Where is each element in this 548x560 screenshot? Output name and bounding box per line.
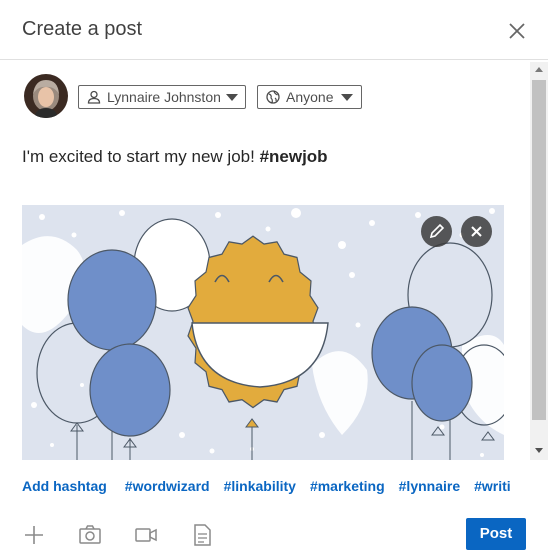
visibility-label: Anyone [286,89,334,105]
post-text: I'm excited to start my new job! [22,147,260,166]
post-text-editor[interactable]: I'm excited to start my new job! #newjob [22,147,328,167]
hashtag-suggestion[interactable]: #lynnaire [399,478,460,494]
dialog-title: Create a post [22,18,143,40]
post-hashtag: #newjob [259,147,328,166]
close-icon[interactable] [502,16,532,46]
post-button[interactable]: Post [466,518,526,550]
person-icon [87,90,101,104]
scroll-up-arrow[interactable] [535,67,543,72]
document-icon[interactable] [189,522,215,548]
hashtag-suggestions: Add hashtag #wordwizard #linkability #marke… [22,478,528,498]
chevron-down-icon [341,94,353,101]
video-icon[interactable] [133,522,159,548]
remove-image-button[interactable] [461,216,492,247]
hashtag-suggestion[interactable]: #linkability [224,478,296,494]
add-hashtag-button[interactable]: Add hashtag [22,478,107,494]
hashtag-suggestion[interactable]: #writi [474,478,511,494]
edit-image-button[interactable] [421,216,452,247]
scrollbar-thumb[interactable] [532,80,546,420]
dialog-header: Create a post [0,0,548,60]
camera-icon[interactable] [77,522,103,548]
hashtag-suggestion[interactable]: #wordwizard [125,478,210,494]
globe-icon [266,90,280,104]
hashtag-suggestion[interactable]: #marketing [310,478,385,494]
avatar [24,74,68,118]
visibility-selector[interactable]: Anyone [257,85,362,109]
scroll-down-arrow[interactable] [535,448,543,453]
x-icon [471,226,482,237]
plus-icon[interactable] [21,522,47,548]
scrollbar[interactable] [530,62,548,460]
pencil-icon [429,223,445,239]
author-selector[interactable]: Lynnaire Johnston [78,85,246,109]
create-post-dialog: Create a post Lynnaire Johnston Anyone I… [0,0,548,560]
chevron-down-icon [226,94,238,101]
author-name: Lynnaire Johnston [107,89,221,105]
